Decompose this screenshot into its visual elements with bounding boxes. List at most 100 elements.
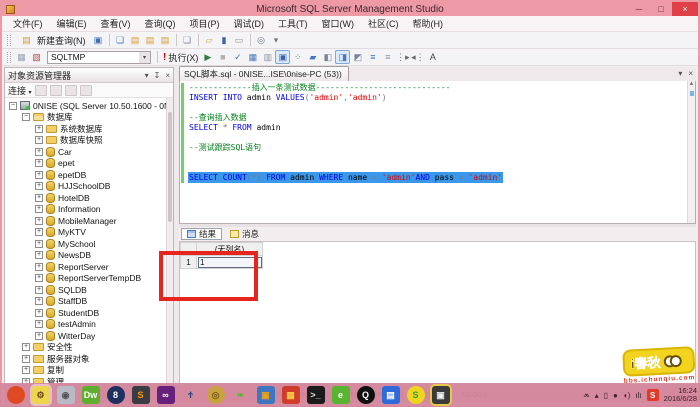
editor-scrollbar[interactable]: ▲ [687,81,695,223]
document-close-icon[interactable]: × [688,69,693,78]
qq-icon[interactable]: Q [356,386,375,404]
sogou-input-icon[interactable]: S [646,389,659,401]
tree-item[interactable]: + WitterDay [5,330,166,342]
evernote-icon[interactable]: e [331,386,350,404]
battery-icon[interactable]: ▯ [604,391,608,400]
save-results-icon[interactable]: ▣ [275,50,291,64]
green-swirl-icon[interactable]: S [406,386,425,404]
dreamweaver-icon[interactable]: Dw [81,386,100,404]
tree-expander-icon[interactable]: + [35,251,43,260]
toolbar-grip[interactable] [7,34,11,46]
tree-scrollbar[interactable] [166,98,173,384]
client-statistics-icon[interactable]: ▰ [305,50,320,64]
new-query-icon[interactable]: ▣ [91,33,106,47]
results-tab-messages[interactable]: 消息 [224,228,265,240]
scroll-up-icon[interactable]: ▲ [688,81,695,87]
tree-item[interactable]: + ReportServerTempDB [5,273,166,285]
tree-expander-icon[interactable]: + [35,124,43,133]
tree-expander-icon[interactable]: + [22,366,30,375]
menu-item[interactable]: 社区(C) [361,17,406,30]
tree-expander-icon[interactable]: − [9,101,17,110]
menu-item[interactable]: 查看(V) [94,17,138,30]
signal-bars-icon[interactable]: ılı [635,391,641,400]
toolbar-grip[interactable] [7,51,11,63]
close-button[interactable]: × [672,2,698,16]
tree-item[interactable]: + MySchool [5,238,166,250]
menu-item[interactable]: 查询(Q) [138,17,183,30]
tree-item[interactable]: + 数据库快照 [5,135,166,147]
tree-expander-icon[interactable]: + [35,193,43,202]
tree-item[interactable]: + 服务器对象 [5,353,166,365]
results-to-file-icon[interactable]: ◩ [350,50,365,64]
new-analysis-query-icon[interactable]: ▤ [143,33,158,47]
uncomment-lines-icon[interactable]: ≡ [380,50,395,64]
tree-expander-icon[interactable]: + [35,274,43,283]
tree-expander-icon[interactable]: + [35,285,43,294]
menu-item[interactable]: 调试(D) [227,17,272,30]
tree-expander-icon[interactable]: + [35,216,43,225]
tree-expander-icon[interactable]: + [35,297,43,306]
tree-expander-icon[interactable]: + [35,320,43,329]
title-bar[interactable]: Microsoft SQL Server Management Studio ─… [2,2,698,16]
tree-expander-icon[interactable]: + [35,159,43,168]
menu-item[interactable]: 编辑(E) [50,17,94,30]
leaf-app-icon[interactable]: ❧ [232,386,250,404]
new-query-button[interactable]: ▤ 新建查询(N) [14,31,91,49]
debug-play-icon[interactable]: ▶ [200,50,215,64]
tree-item[interactable]: + StaffDB [5,296,166,308]
toolbar-overflow-icon[interactable]: ▾ [269,33,284,47]
tree-item[interactable]: + Information [5,204,166,216]
tree-expander-icon[interactable]: + [35,239,43,248]
disconnect-icon[interactable] [49,84,62,96]
tree-item[interactable]: + epetDB [5,169,166,181]
font-color-icon[interactable]: A [425,50,440,64]
connect-db-icon[interactable]: ▦ [14,50,29,64]
tree-expander-icon[interactable]: + [35,147,43,156]
sql-server-config-icon[interactable]: ⚙ [31,386,50,404]
taskbar-clock[interactable]: 16:24 2016/6/28 [664,386,697,404]
sublime-text-icon[interactable]: S [131,386,150,404]
tree-item[interactable]: + 系统数据库 [5,123,166,135]
tree-expander-icon[interactable]: + [35,136,43,145]
new-mdx-query-icon[interactable]: ▤ [158,33,173,47]
qq-tray-icon[interactable]: ● [613,391,618,400]
include-actual-plan-icon[interactable]: ⁘ [290,50,305,64]
query-designer-icon[interactable]: ▦ [245,50,260,64]
results-tab-grid[interactable]: 结果 [181,228,223,240]
menu-item[interactable]: 帮助(H) [406,17,451,30]
panel-dropdown-icon[interactable]: ▾ [145,71,149,80]
refresh-icon[interactable] [34,84,47,96]
print-icon[interactable]: ▭ [232,33,247,47]
tab-list-dropdown-icon[interactable]: ▾ [678,69,682,78]
tree-item[interactable]: + 复制 [5,365,166,377]
cmd-icon[interactable]: >_ [306,386,325,404]
tree-scrollbar-thumb[interactable] [168,112,172,222]
media-player-icon[interactable]: ▤ [381,386,400,404]
menu-item[interactable]: 文件(F) [6,17,50,30]
tree-item[interactable]: + ReportServer [5,261,166,273]
vmware-icon[interactable]: ▣ [256,386,275,404]
tree-expander-icon[interactable]: + [22,354,30,363]
tree-item[interactable]: + SQLDB [5,284,166,296]
tree-expander-icon[interactable]: − [22,113,30,122]
menu-item[interactable]: 窗口(W) [315,17,362,30]
menu-item[interactable]: 项目(P) [183,17,227,30]
outdent-icon[interactable]: ◂⋮ [410,50,425,64]
gold-coin-icon[interactable]: ◎ [206,386,225,404]
maximize-button[interactable]: □ [650,2,672,16]
tree-item[interactable]: + HotelDB [5,192,166,204]
results-to-text-icon[interactable]: ◧ [320,50,335,64]
execute-button[interactable]: 执行(X) [168,51,198,64]
save-icon[interactable]: ▮ [217,33,232,47]
open-file-icon[interactable]: ▱ [202,33,217,47]
tree-item[interactable]: + StudentDB [5,307,166,319]
s8-app-icon[interactable]: 8 [106,386,125,404]
copy-document-icon[interactable]: ❏ [180,33,195,47]
volume-icon[interactable]: ◖) [623,391,631,400]
tree-item[interactable]: − 0NISE (SQL Server 10.50.1600 - 0NISE\0 [5,100,173,112]
wifi-icon[interactable]: ⩕ [583,390,589,400]
tree-expander-icon[interactable]: + [35,170,43,179]
chevron-down-icon[interactable]: ▾ [139,51,150,63]
find-icon[interactable]: ◎ [254,33,269,47]
tree-expander-icon[interactable]: + [35,262,43,271]
